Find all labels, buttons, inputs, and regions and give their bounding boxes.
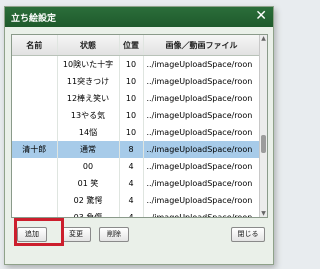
cell-file: ../imageUploadSpace/roon — [143, 55, 261, 73]
cell-position: 4 — [119, 175, 144, 192]
cell-file: ../imageUploadSpace/roon — [143, 73, 261, 90]
cell-position: 10 — [119, 124, 144, 141]
close-icon[interactable]: ✕ — [255, 9, 267, 23]
table-row[interactable]: 03 負傷 4 ../imageUploadSpace/roon — [12, 209, 261, 217]
cell-position: 8 — [119, 141, 144, 158]
delete-button[interactable]: 削除 — [99, 227, 129, 242]
cell-state: 00 — [57, 158, 120, 175]
scroll-up-icon[interactable]: ▲ — [260, 35, 267, 42]
cell-position: 10 — [119, 73, 144, 90]
column-header-state[interactable]: 状態 — [57, 35, 120, 56]
cell-state: 13やる気 — [57, 107, 120, 124]
cell-position: 10 — [119, 90, 144, 107]
cell-file: ../imageUploadSpace/roon — [143, 158, 261, 175]
cell-state: 通常 — [57, 141, 120, 158]
cell-state: 10険いた十字 — [57, 55, 120, 73]
cell-name: 清十郎 — [12, 141, 58, 158]
cell-file: ../imageUploadSpace/roon — [143, 209, 261, 217]
cell-state: 12棒え笑い — [57, 90, 120, 107]
close-button[interactable]: 閉じる — [231, 227, 265, 242]
standing-picture-table: 名前 状態 位置 画像／動画ファイル 10険いた十字 10 ../imageUplo… — [11, 34, 268, 218]
edit-button[interactable]: 変更 — [61, 227, 91, 242]
cell-state: 11突きつけ — [57, 73, 120, 90]
cell-name — [12, 158, 58, 175]
cell-name — [12, 209, 58, 217]
column-header-position[interactable]: 位置 — [119, 35, 144, 56]
cell-name — [12, 73, 58, 90]
column-header-file[interactable]: 画像／動画ファイル — [143, 35, 261, 56]
cell-state: 03 負傷 — [57, 209, 120, 217]
cell-name — [12, 55, 58, 73]
column-header-name[interactable]: 名前 — [12, 35, 58, 56]
table-header-row: 名前 状態 位置 画像／動画ファイル — [12, 35, 261, 56]
table-row[interactable]: 清十郎 通常 8 ../imageUploadSpace/roon — [12, 141, 261, 158]
cell-state: 14悩 — [57, 124, 120, 141]
cell-name — [12, 175, 58, 192]
cell-name — [12, 124, 58, 141]
dialog-titlebar[interactable]: 立ち絵設定 ✕ — [5, 7, 273, 27]
standing-picture-settings-dialog: 立ち絵設定 ✕ 名前 状態 位置 画像／動画ファイル 10険いた十字 10 ../i… — [4, 6, 274, 265]
table-row[interactable]: 12棒え笑い 10 ../imageUploadSpace/roon — [12, 90, 261, 107]
cell-state: 01 笑 — [57, 175, 120, 192]
add-button[interactable]: 追加 — [17, 227, 47, 242]
table-row[interactable]: 01 笑 4 ../imageUploadSpace/roon — [12, 175, 261, 192]
cell-position: 4 — [119, 158, 144, 175]
cell-position: 10 — [119, 107, 144, 124]
cell-name — [12, 90, 58, 107]
cell-file: ../imageUploadSpace/roon — [143, 192, 261, 209]
cell-position: 4 — [119, 209, 144, 217]
scrollbar-thumb[interactable] — [261, 135, 266, 153]
table-body: 10険いた十字 10 ../imageUploadSpace/roon 11突きつけ 1… — [12, 55, 261, 217]
table-row[interactable]: 11突きつけ 10 ../imageUploadSpace/roon — [12, 73, 261, 90]
table-row[interactable]: 13やる気 10 ../imageUploadSpace/roon — [12, 107, 261, 124]
table-row[interactable]: 02 驚愕 4 ../imageUploadSpace/roon — [12, 192, 261, 209]
vertical-scrollbar[interactable]: ▲ ▼ — [259, 35, 267, 217]
cell-file: ../imageUploadSpace/roon — [143, 90, 261, 107]
cell-file: ../imageUploadSpace/roon — [143, 124, 261, 141]
cell-state: 02 驚愕 — [57, 192, 120, 209]
cell-position: 4 — [119, 192, 144, 209]
table-row[interactable]: 10険いた十字 10 ../imageUploadSpace/roon — [12, 55, 261, 73]
cell-name — [12, 107, 58, 124]
scroll-down-icon[interactable]: ▼ — [260, 210, 267, 217]
cell-file: ../imageUploadSpace/roon — [143, 141, 261, 158]
cell-file: ../imageUploadSpace/roon — [143, 107, 261, 124]
cell-name — [12, 192, 58, 209]
cell-file: ../imageUploadSpace/roon — [143, 175, 261, 192]
table-row[interactable]: 14悩 10 ../imageUploadSpace/roon — [12, 124, 261, 141]
cell-position: 10 — [119, 55, 144, 73]
dialog-title: 立ち絵設定 — [11, 14, 57, 24]
table-row[interactable]: 00 4 ../imageUploadSpace/roon — [12, 158, 261, 175]
